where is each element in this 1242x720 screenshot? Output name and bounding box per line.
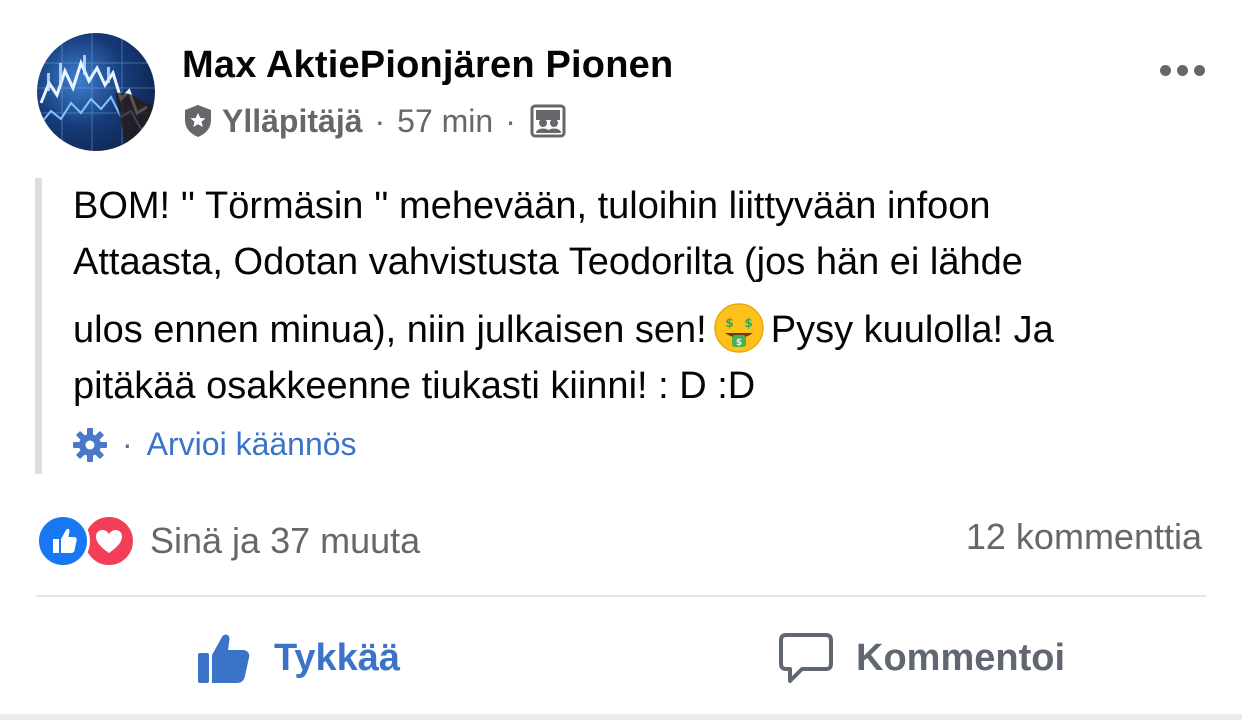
comment-button[interactable]: Kommentoi	[778, 620, 1065, 696]
post-text-line: ulos ennen minua), niin julkaisen sen! $…	[73, 302, 1213, 358]
like-button-label: Tykkää	[274, 636, 401, 679]
post-text-line: pitäkää osakkeenne tiukasti kiinni! : D …	[73, 365, 756, 407]
translation-quote-bar	[35, 178, 42, 474]
reactions-summary[interactable]: Sinä ja 37 muuta	[36, 514, 420, 568]
stock-chart-avatar	[37, 33, 155, 151]
meta-separator: ·	[505, 102, 516, 139]
svg-text:$: $	[725, 316, 733, 330]
post-meta: Ylläpitäjä · 57 min ·	[182, 100, 566, 142]
post-text-segment: ulos ennen minua), niin julkaisen sen!	[73, 309, 707, 351]
post-text-segment: Pysy kuulolla! Ja	[770, 309, 1054, 351]
comments-count[interactable]: 12 kommenttia	[966, 516, 1202, 558]
comment-button-label: Kommentoi	[856, 636, 1065, 679]
post-card: Max AktiePionjären Pionen Ylläpitäjä · 5…	[0, 0, 1242, 720]
meta-separator: ·	[374, 102, 386, 139]
thumbs-up-icon	[198, 634, 250, 683]
rate-translation-link[interactable]: Arvioi käännös	[147, 426, 357, 463]
feed-separator	[0, 714, 1242, 720]
translation-row: · Arvioi käännös	[72, 426, 357, 463]
gear-icon	[73, 427, 107, 462]
post-text-line: Attaasta, Odotan vahvistusta Teodorilta …	[73, 241, 1023, 283]
reactions-count: Sinä ja 37 muuta	[150, 520, 421, 561]
more-options-icon[interactable]	[1150, 55, 1214, 85]
like-button[interactable]: Tykkää	[196, 620, 400, 696]
post-text-line: BOM! '' Törmäsin '' mehevään, tuloihin l…	[73, 185, 991, 227]
love-reaction-icon	[82, 514, 136, 568]
post-timestamp[interactable]: 57 min	[397, 103, 493, 140]
divider	[36, 595, 1206, 597]
admin-shield-icon	[185, 105, 211, 137]
translation-separator: ·	[122, 426, 133, 462]
svg-text:$: $	[736, 338, 742, 348]
comment-bubble-icon	[779, 633, 833, 683]
like-reaction-icon	[36, 514, 90, 568]
money-mouth-face-emoji: $ $ $	[713, 303, 764, 353]
author-avatar[interactable]	[37, 33, 155, 151]
post-text: BOM! '' Törmäsin '' mehevään, tuloihin l…	[73, 178, 1213, 414]
author-role: Ylläpitäjä	[222, 102, 363, 139]
group-photo-icon	[530, 104, 566, 138]
author-name[interactable]: Max AktiePionjären Pionen	[182, 44, 673, 87]
svg-text:$: $	[744, 316, 752, 330]
